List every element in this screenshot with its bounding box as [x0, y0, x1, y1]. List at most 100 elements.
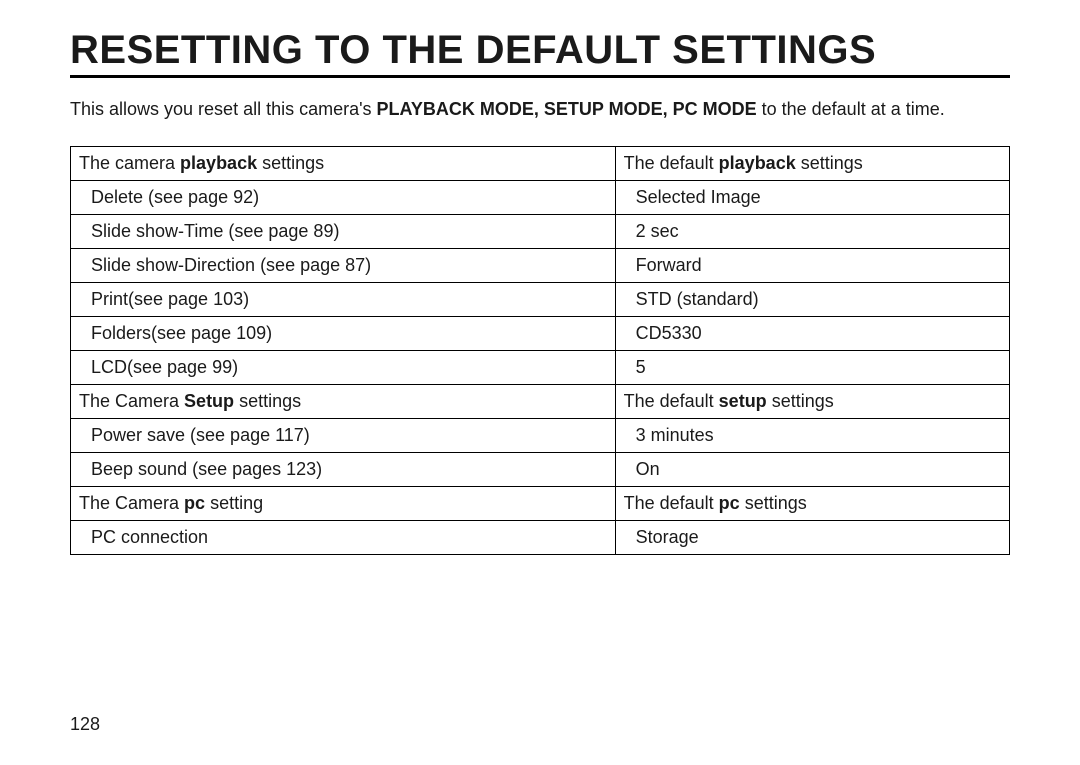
cell-text-pre: Selected Image [636, 187, 761, 207]
default-value-cell: CD5330 [615, 316, 1009, 350]
cell-text-pre: Slide show-Time (see page 89) [91, 221, 339, 241]
cell-text-pre: 2 sec [636, 221, 679, 241]
cell-text-pre: Beep sound (see pages 123) [91, 459, 322, 479]
cell-text: Forward [624, 255, 702, 276]
cell-text: The default pc settings [624, 493, 807, 513]
setting-name-cell: Beep sound (see pages 123) [71, 452, 616, 486]
cell-text: Slide show-Time (see page 89) [79, 221, 339, 242]
cell-text-bold: Setup [184, 391, 234, 411]
cell-text-bold: setup [719, 391, 767, 411]
cell-text: STD (standard) [624, 289, 759, 310]
default-value-cell: Forward [615, 248, 1009, 282]
cell-text: The default playback settings [624, 153, 863, 173]
cell-text: LCD(see page 99) [79, 357, 238, 378]
default-value-cell: STD (standard) [615, 282, 1009, 316]
cell-text-pre: The Camera [79, 391, 184, 411]
cell-text-pre: Power save (see page 117) [91, 425, 310, 445]
cell-text: The Camera pc setting [79, 493, 263, 513]
cell-text: 3 minutes [624, 425, 714, 446]
page-title: RESETTING TO THE DEFAULT SETTINGS [70, 28, 1010, 78]
table-row: The Camera pc setting The default pc sett… [71, 486, 1010, 520]
table-row: Folders(see page 109) CD5330 [71, 316, 1010, 350]
cell-text: Storage [624, 527, 699, 548]
cell-text-pre: The Camera [79, 493, 184, 513]
setting-name-cell: Slide show-Time (see page 89) [71, 214, 616, 248]
cell-text-pre: Storage [636, 527, 699, 547]
cell-text: PC connection [79, 527, 208, 548]
cell-text-pre: 5 [636, 357, 646, 377]
cell-text-pre: CD5330 [636, 323, 702, 343]
cell-text-post: settings [796, 153, 863, 173]
cell-text-pre: Print(see page 103) [91, 289, 249, 309]
default-value-cell: On [615, 452, 1009, 486]
setting-name-cell: The Camera pc setting [71, 486, 616, 520]
intro-pre: This allows you reset all this camera's [70, 99, 377, 119]
cell-text-post: settings [767, 391, 834, 411]
cell-text-pre: Delete (see page 92) [91, 187, 259, 207]
cell-text: The Camera Setup settings [79, 391, 301, 411]
cell-text-bold: playback [180, 153, 257, 173]
setting-name-cell: Folders(see page 109) [71, 316, 616, 350]
setting-name-cell: The camera playback settings [71, 146, 616, 180]
table-row: The Camera Setup settingsThe default set… [71, 384, 1010, 418]
setting-name-cell: Slide show-Direction (see page 87) [71, 248, 616, 282]
table-row: LCD(see page 99) 5 [71, 350, 1010, 384]
setting-name-cell: Power save (see page 117) [71, 418, 616, 452]
table-row: PC connection Storage [71, 520, 1010, 554]
cell-text: The default setup settings [624, 391, 834, 411]
table-row: Print(see page 103) STD (standard) [71, 282, 1010, 316]
default-value-cell: 5 [615, 350, 1009, 384]
cell-text-bold: pc [719, 493, 740, 513]
page-number: 128 [70, 714, 100, 735]
table-row: Slide show-Direction (see page 87) Forwar… [71, 248, 1010, 282]
cell-text: Beep sound (see pages 123) [79, 459, 322, 480]
cell-text-pre: STD (standard) [636, 289, 759, 309]
cell-text: 2 sec [624, 221, 679, 242]
cell-text: On [624, 459, 660, 480]
cell-text: Print(see page 103) [79, 289, 249, 310]
cell-text-pre: The default [624, 153, 719, 173]
default-value-cell: 2 sec [615, 214, 1009, 248]
cell-text: CD5330 [624, 323, 702, 344]
cell-text-bold: playback [719, 153, 796, 173]
default-value-cell: The default setup settings [615, 384, 1009, 418]
cell-text: Power save (see page 117) [79, 425, 310, 446]
table-row: Beep sound (see pages 123) On [71, 452, 1010, 486]
table-row: Slide show-Time (see page 89) 2 sec [71, 214, 1010, 248]
setting-name-cell: Print(see page 103) [71, 282, 616, 316]
table-row: Power save (see page 117) 3 minutes [71, 418, 1010, 452]
intro-post: to the default at a time. [757, 99, 945, 119]
table-row: The camera playback settingsThe default … [71, 146, 1010, 180]
cell-text-pre: The camera [79, 153, 180, 173]
cell-text: Delete (see page 92) [79, 187, 259, 208]
cell-text: The camera playback settings [79, 153, 324, 173]
default-value-cell: The default pc settings [615, 486, 1009, 520]
cell-text-pre: The default [624, 493, 719, 513]
cell-text-pre: PC connection [91, 527, 208, 547]
cell-text: Slide show-Direction (see page 87) [79, 255, 371, 276]
intro-bold: PLAYBACK MODE, SETUP MODE, PC MODE [377, 99, 757, 119]
cell-text-pre: Slide show-Direction (see page 87) [91, 255, 371, 275]
default-value-cell: 3 minutes [615, 418, 1009, 452]
cell-text: Selected Image [624, 187, 761, 208]
cell-text-post: settings [740, 493, 807, 513]
cell-text-pre: 3 minutes [636, 425, 714, 445]
default-value-cell: Selected Image [615, 180, 1009, 214]
cell-text-pre: Forward [636, 255, 702, 275]
cell-text-pre: On [636, 459, 660, 479]
cell-text: 5 [624, 357, 646, 378]
default-value-cell: The default playback settings [615, 146, 1009, 180]
setting-name-cell: Delete (see page 92) [71, 180, 616, 214]
cell-text-pre: LCD(see page 99) [91, 357, 238, 377]
setting-name-cell: LCD(see page 99) [71, 350, 616, 384]
cell-text-pre: Folders(see page 109) [91, 323, 272, 343]
cell-text-post: settings [234, 391, 301, 411]
intro-text: This allows you reset all this camera's … [70, 96, 1010, 124]
settings-table: The camera playback settingsThe default … [70, 146, 1010, 555]
default-value-cell: Storage [615, 520, 1009, 554]
cell-text-bold: pc [184, 493, 205, 513]
cell-text-post: settings [257, 153, 324, 173]
cell-text-post: setting [205, 493, 263, 513]
setting-name-cell: The Camera Setup settings [71, 384, 616, 418]
setting-name-cell: PC connection [71, 520, 616, 554]
